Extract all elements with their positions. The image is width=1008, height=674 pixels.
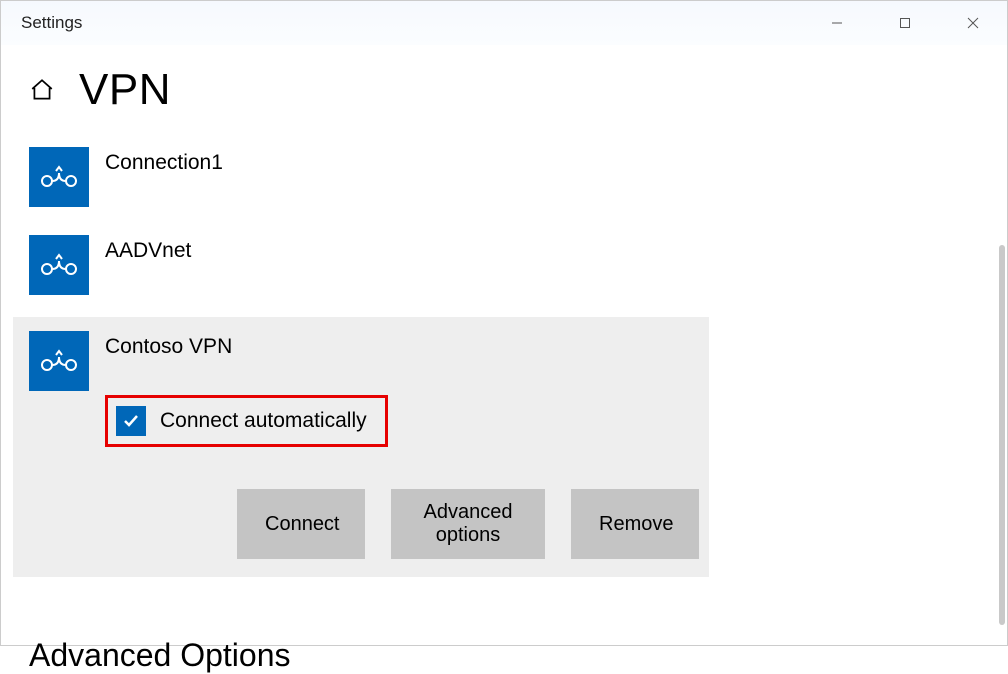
maximize-icon — [899, 17, 911, 29]
vpn-item-body: Connection1 — [89, 147, 709, 175]
vpn-item[interactable]: AADVnet — [29, 229, 709, 317]
remove-button[interactable]: Remove — [571, 489, 699, 559]
vpn-item-name: AADVnet — [105, 235, 709, 263]
minimize-icon — [831, 17, 843, 29]
advanced-options-button[interactable]: Advanced options — [391, 489, 545, 559]
connect-button[interactable]: Connect — [237, 489, 365, 559]
close-icon — [967, 17, 979, 29]
home-icon[interactable] — [29, 77, 55, 103]
page-header: VPN — [1, 45, 1007, 141]
checkmark-icon — [121, 411, 141, 431]
vpn-list: Connection1 AADVnet — [29, 141, 709, 577]
minimize-button[interactable] — [803, 1, 871, 45]
vpn-item-selected[interactable]: Contoso VPN Connect automatically Connec… — [13, 317, 709, 577]
titlebar: Settings — [1, 1, 1007, 45]
vpn-item-body: AADVnet — [89, 235, 709, 263]
advanced-options-heading: Advanced Options — [29, 637, 979, 674]
page-title: VPN — [79, 65, 171, 115]
window-controls — [803, 1, 1007, 45]
window-title: Settings — [1, 13, 82, 33]
vpn-item-name: Contoso VPN — [105, 331, 699, 359]
vpn-item[interactable]: Connection1 — [29, 141, 709, 229]
vpn-icon — [29, 147, 89, 207]
content-area: Connection1 AADVnet — [1, 141, 1007, 674]
maximize-button[interactable] — [871, 1, 939, 45]
vpn-item-body: Contoso VPN Connect automatically Connec… — [89, 331, 699, 559]
connect-automatically-checkbox[interactable] — [116, 406, 146, 436]
vpn-icon — [29, 331, 89, 391]
vpn-item-name: Connection1 — [105, 147, 709, 175]
connect-automatically-row: Connect automatically — [105, 395, 388, 447]
connect-automatically-label: Connect automatically — [160, 409, 367, 433]
vpn-actions: Connect Advanced options Remove — [105, 489, 699, 559]
vpn-icon — [29, 235, 89, 295]
scrollbar[interactable] — [999, 245, 1005, 625]
close-button[interactable] — [939, 1, 1007, 45]
